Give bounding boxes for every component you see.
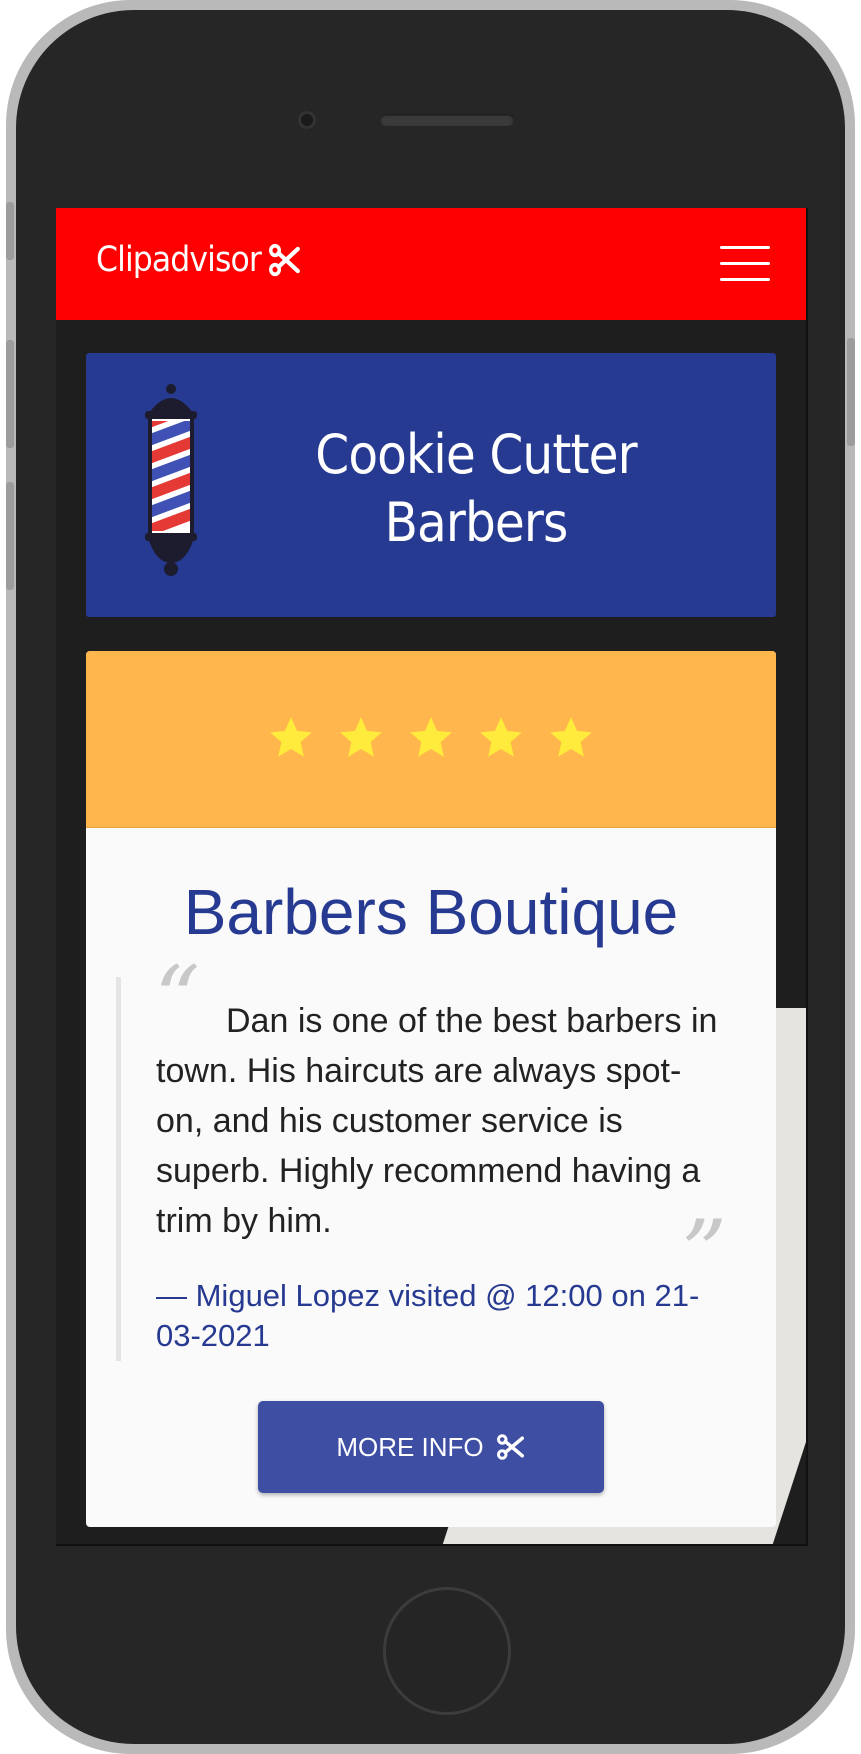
star-icon: [270, 717, 312, 757]
brand-link[interactable]: Clipadvisor: [96, 240, 302, 280]
star-icon: [550, 717, 592, 757]
brand-name: Clipadvisor: [96, 240, 262, 280]
front-camera: [298, 111, 316, 129]
more-info-label: MORE INFO: [336, 1431, 484, 1462]
home-button[interactable]: [383, 1587, 511, 1715]
review-author-meta: — Miguel Lopez visited @ 12:00 on 21-03-…: [156, 1278, 700, 1353]
navbar: Clipadvisor: [56, 208, 806, 320]
power-button: [847, 338, 855, 446]
more-info-button[interactable]: MORE INFO: [258, 1401, 604, 1493]
volume-up-button: [6, 340, 14, 448]
scissors-icon: [496, 1434, 524, 1460]
barber-pole-icon: [145, 384, 197, 576]
barbershop-header-card: Cookie Cutter Barbers: [86, 353, 776, 617]
review-text: Dan is one of the best barbers in town. …: [156, 1002, 718, 1240]
scissors-icon: [269, 243, 301, 277]
review-card: Barbers Boutique “ Dan is one of the bes…: [86, 651, 776, 1527]
screen: Clipadvisor Cookie Cutter Barbers Barber…: [56, 208, 808, 1546]
rating-band: [86, 651, 776, 828]
star-rating: [86, 713, 776, 763]
barber-name: Barbers Boutique: [183, 876, 679, 948]
hamburger-menu-icon[interactable]: [720, 246, 770, 282]
star-icon: [410, 717, 452, 757]
barbershop-name: Cookie Cutter Barbers: [315, 423, 637, 554]
mute-switch: [6, 202, 14, 260]
speaker-grill: [380, 114, 514, 126]
volume-down-button: [6, 482, 14, 590]
star-icon: [480, 717, 522, 757]
star-icon: [340, 717, 382, 757]
blockquote-border: [116, 977, 121, 1361]
